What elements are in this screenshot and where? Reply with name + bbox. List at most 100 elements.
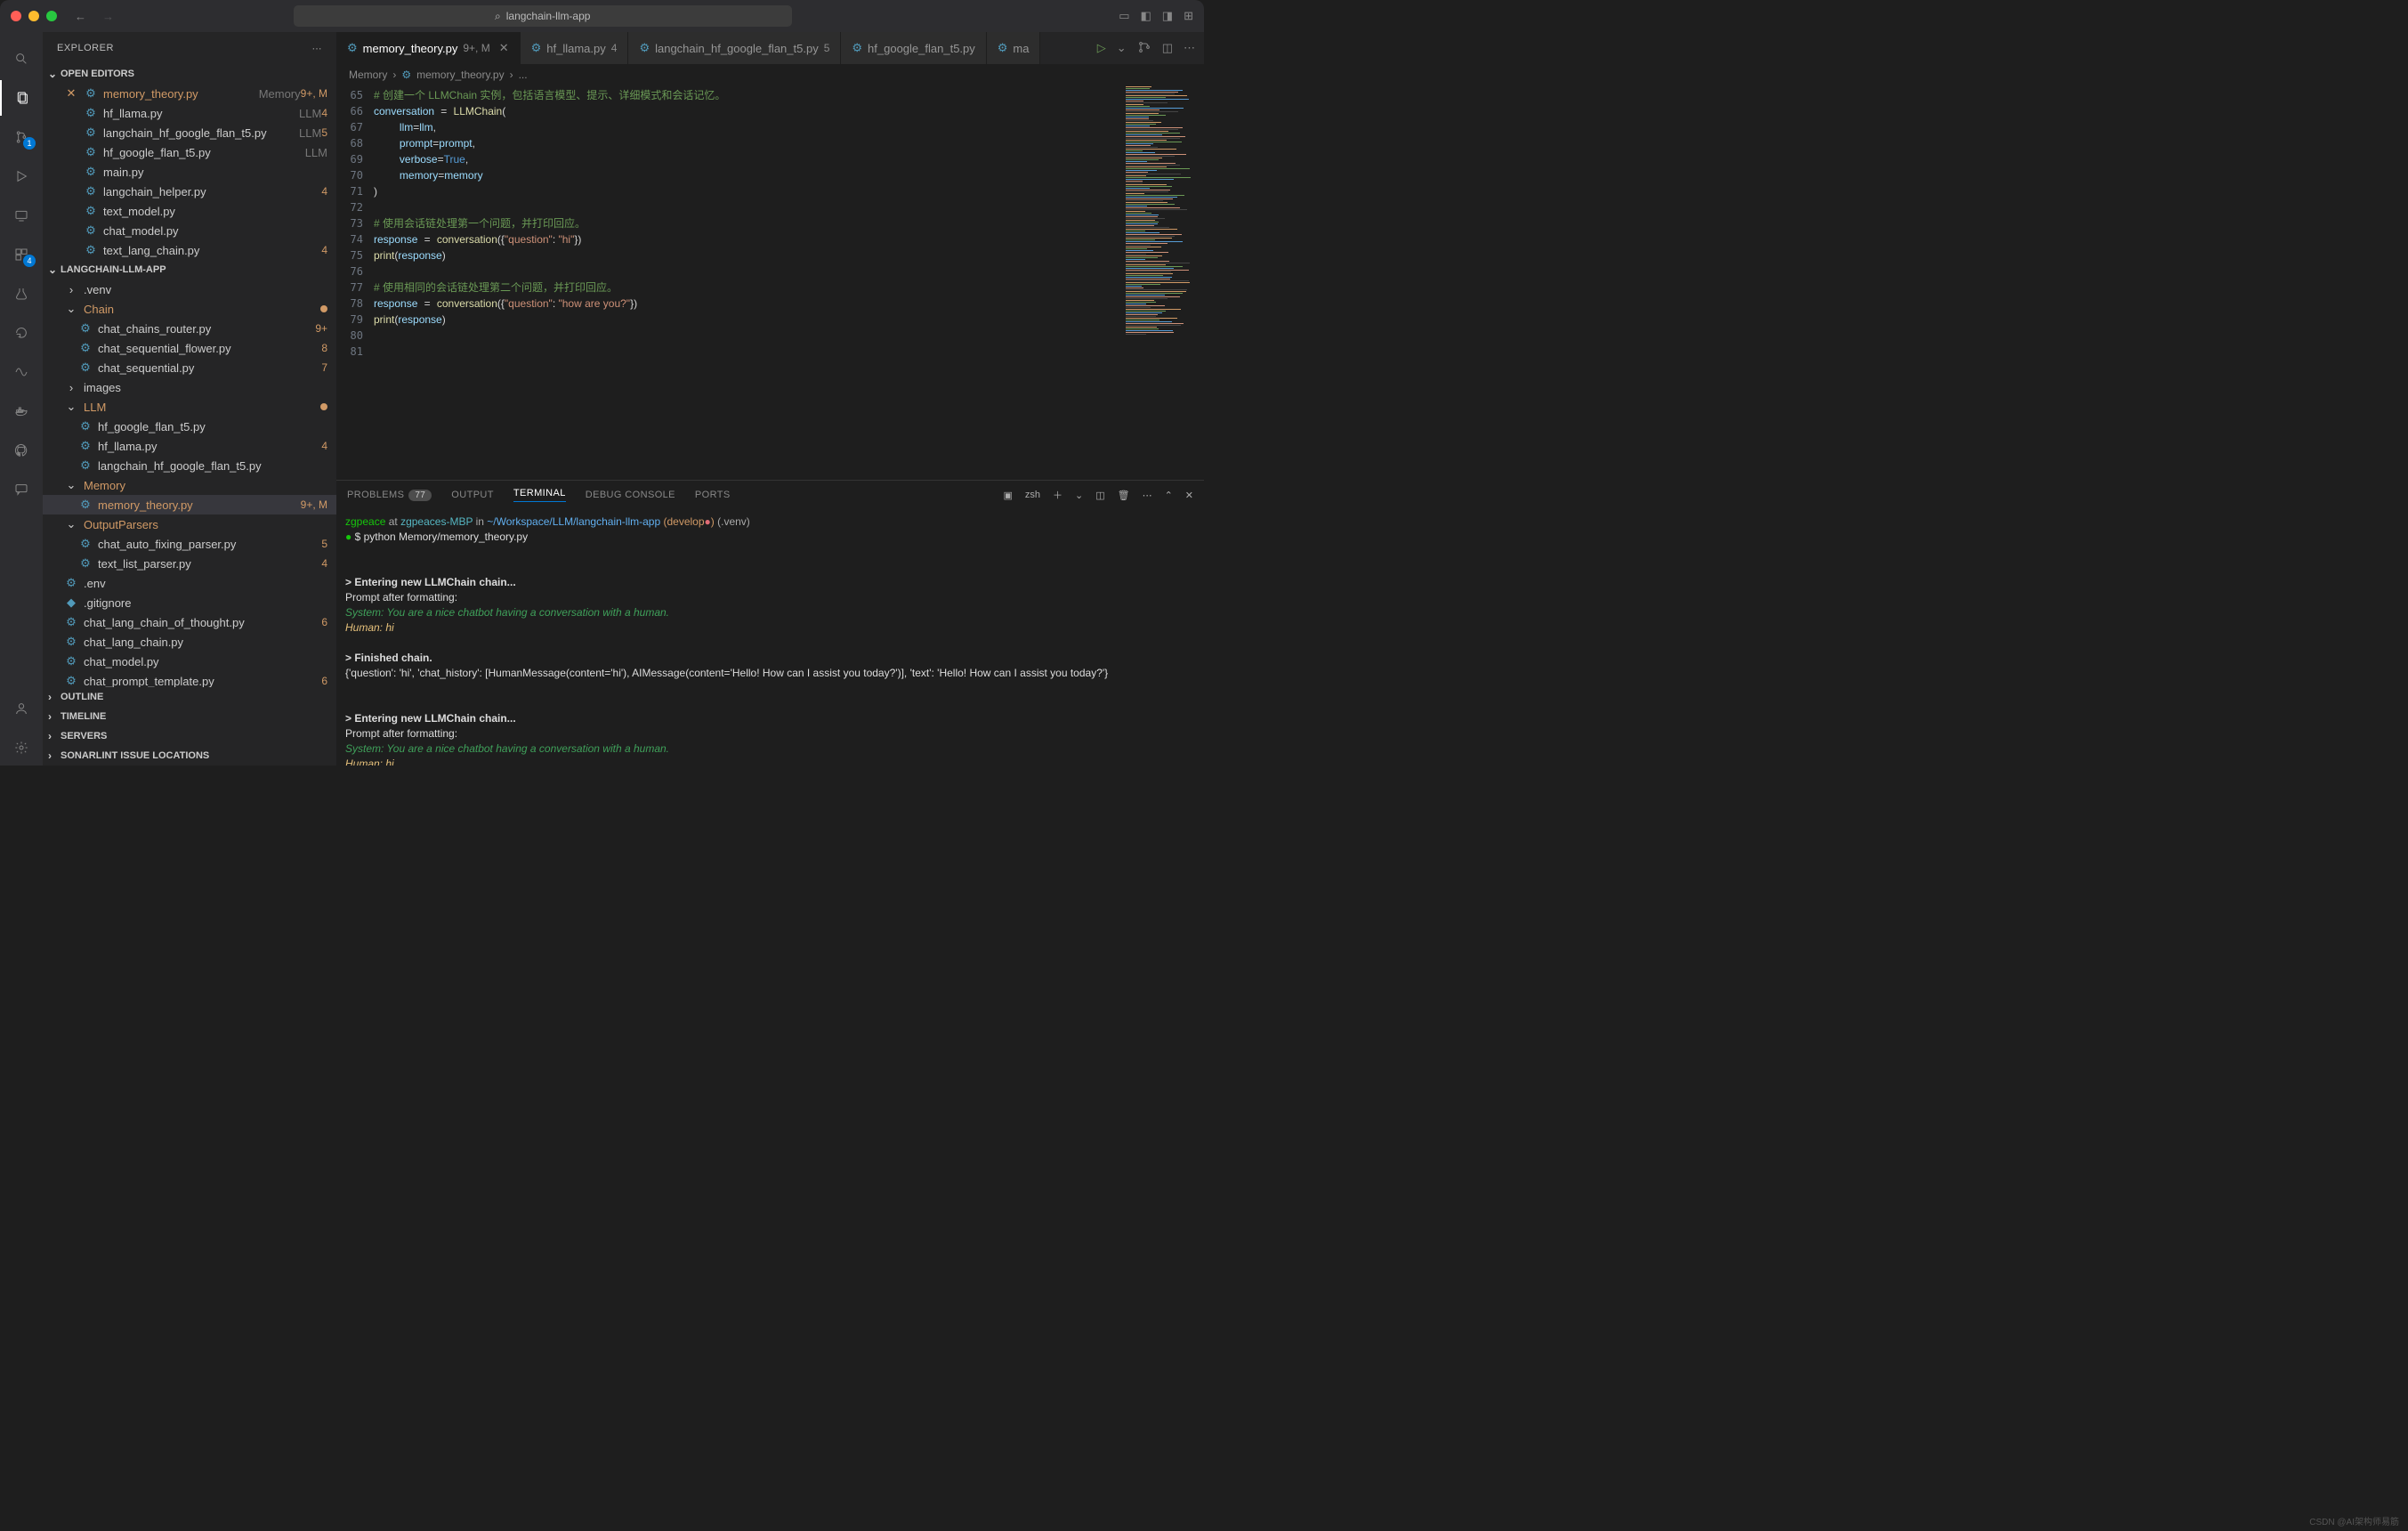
activity-search[interactable]	[0, 41, 43, 77]
open-editor-item[interactable]: ⚙hf_llama.pyLLM4	[43, 103, 336, 123]
panel-maximize-icon[interactable]: ⌃	[1165, 490, 1173, 501]
activity-extensions[interactable]: 4	[0, 237, 43, 272]
nav-back-button[interactable]: ←	[75, 10, 86, 23]
servers-header[interactable]: ›SERVERS	[43, 726, 336, 746]
compare-changes-icon[interactable]	[1137, 40, 1151, 57]
terminal-more-icon[interactable]: ⋯	[1143, 490, 1152, 501]
open-editor-item[interactable]: ⚙hf_google_flan_t5.pyLLM	[43, 142, 336, 162]
close-window-button[interactable]	[11, 11, 21, 21]
activity-refresh[interactable]	[0, 315, 43, 351]
activity-remote[interactable]	[0, 198, 43, 233]
code-editor[interactable]: 65 66 67 68 69 70 71 72 73 74 75 76 77 7…	[336, 85, 1204, 480]
open-editor-item[interactable]: ⚙chat_model.py	[43, 221, 336, 240]
open-editor-item[interactable]: ⚙text_model.py	[43, 201, 336, 221]
breadcrumb[interactable]: Memory› ⚙memory_theory.py› ...	[336, 64, 1204, 85]
maximize-window-button[interactable]	[46, 11, 57, 21]
activity-settings[interactable]	[0, 730, 43, 766]
editor-tab[interactable]: ⚙hf_google_flan_t5.py	[841, 32, 986, 64]
layout-customize-icon[interactable]: ⊞	[1184, 9, 1193, 23]
layout-toggle-secondary-icon[interactable]: ◨	[1162, 9, 1173, 23]
layout-toggle-primary-icon[interactable]: ▭	[1119, 9, 1129, 23]
editor-area: ⚙memory_theory.py9+, M✕⚙hf_llama.py4⚙lan…	[336, 32, 1204, 766]
file-item[interactable]: ⚙chat_auto_fixing_parser.py5	[43, 534, 336, 554]
editor-tab[interactable]: ⚙hf_llama.py4	[521, 32, 629, 64]
terminal-output[interactable]: zgpeace at zgpeaces-MBP in ~/Workspace/L…	[336, 509, 1204, 766]
file-item[interactable]: ⚙chat_chains_router.py9+	[43, 319, 336, 338]
activity-monitor[interactable]	[0, 354, 43, 390]
folder-item[interactable]: ⌄Chain	[43, 299, 336, 319]
activity-testing[interactable]	[0, 276, 43, 312]
folder-item[interactable]: ⌄Memory	[43, 475, 336, 495]
folder-item[interactable]: ⌄OutputParsers	[43, 514, 336, 534]
file-item[interactable]: ⚙chat_sequential.py7	[43, 358, 336, 377]
panel-tab-output[interactable]: OUTPUT	[451, 490, 494, 500]
activity-accounts[interactable]	[0, 691, 43, 726]
file-item[interactable]: ⚙langchain_hf_google_flan_t5.py	[43, 456, 336, 475]
folder-item[interactable]: ›images	[43, 377, 336, 397]
split-editor-icon[interactable]: ◫	[1162, 41, 1173, 55]
file-item[interactable]: ⚙memory_theory.py9+, M	[43, 495, 336, 514]
titlebar: ← → ⌕ langchain-llm-app ▭ ◧ ◨ ⊞	[0, 0, 1204, 32]
panel-tab-terminal[interactable]: TERMINAL	[513, 488, 566, 502]
file-item[interactable]: ⚙.env	[43, 573, 336, 593]
outline-header[interactable]: ›OUTLINE	[43, 687, 336, 707]
activity-docker[interactable]	[0, 393, 43, 429]
window-controls	[11, 11, 57, 21]
file-item[interactable]: ⚙chat_lang_chain.py	[43, 632, 336, 652]
editor-tab[interactable]: ⚙langchain_hf_google_flan_t5.py5	[628, 32, 841, 64]
terminal-launch-icon[interactable]: ▣	[1003, 490, 1012, 501]
open-editors-header[interactable]: ⌄OPEN EDITORS	[43, 64, 336, 84]
file-item[interactable]: ⚙hf_google_flan_t5.py	[43, 417, 336, 436]
command-center-search[interactable]: ⌕ langchain-llm-app	[294, 5, 792, 27]
split-terminal-icon[interactable]: ◫	[1095, 490, 1104, 501]
file-item[interactable]: ⚙chat_prompt_template.py6	[43, 671, 336, 687]
file-item[interactable]: ⚙text_list_parser.py4	[43, 554, 336, 573]
terminal-dropdown-icon[interactable]: ⌄	[1075, 490, 1083, 501]
sidebar-title: EXPLORER ⋯	[43, 32, 336, 64]
panel-tab-debug[interactable]: DEBUG CONSOLE	[586, 490, 675, 500]
nav-forward-button[interactable]: →	[102, 10, 114, 23]
layout-toggle-panel-icon[interactable]: ◧	[1141, 9, 1151, 23]
run-dropdown-icon[interactable]: ⌄	[1117, 41, 1127, 55]
editor-tab[interactable]: ⚙ma	[987, 32, 1041, 64]
search-text: langchain-llm-app	[506, 10, 591, 22]
file-item[interactable]: ⚙chat_lang_chain_of_thought.py6	[43, 612, 336, 632]
editor-tabs: ⚙memory_theory.py9+, M✕⚙hf_llama.py4⚙lan…	[336, 32, 1204, 64]
panel: PROBLEMS77 OUTPUT TERMINAL DEBUG CONSOLE…	[336, 480, 1204, 766]
sidebar-more-icon[interactable]: ⋯	[312, 43, 323, 54]
watermark: CSDN @AI架构师易筋	[2309, 1514, 2399, 1527]
file-item[interactable]: ⚙hf_llama.py4	[43, 436, 336, 456]
file-item[interactable]: ⚙chat_sequential_flower.py8	[43, 338, 336, 358]
kill-terminal-icon[interactable]: 🗑	[1118, 490, 1130, 501]
nav-arrows: ← →	[75, 10, 114, 23]
open-editor-item[interactable]: ⚙text_lang_chain.py4	[43, 240, 336, 260]
activity-comments[interactable]	[0, 472, 43, 507]
folder-item[interactable]: ⌄LLM	[43, 397, 336, 417]
file-item[interactable]: ⚙chat_model.py	[43, 652, 336, 671]
open-editor-item[interactable]: ⚙langchain_hf_google_flan_t5.pyLLM5	[43, 123, 336, 142]
open-editor-item[interactable]: ⚙langchain_helper.py4	[43, 182, 336, 201]
explorer-sidebar: EXPLORER ⋯ ⌄OPEN EDITORS ✕⚙memory_theory…	[43, 32, 336, 766]
more-actions-icon[interactable]: ⋯	[1184, 41, 1195, 55]
activity-explorer[interactable]	[0, 80, 43, 116]
editor-tab[interactable]: ⚙memory_theory.py9+, M✕	[336, 32, 521, 64]
activity-bar: 1 4	[0, 32, 43, 766]
minimize-window-button[interactable]	[28, 11, 39, 21]
minimap[interactable]	[1122, 85, 1204, 480]
new-terminal-icon[interactable]: ＋	[1053, 488, 1063, 502]
folder-item[interactable]: ›.venv	[43, 279, 336, 299]
open-editor-item[interactable]: ✕⚙memory_theory.pyMemory9+, M	[43, 84, 336, 103]
panel-tab-ports[interactable]: PORTS	[695, 490, 731, 500]
open-editor-item[interactable]: ⚙main.py	[43, 162, 336, 182]
activity-run-debug[interactable]	[0, 158, 43, 194]
project-header[interactable]: ⌄LANGCHAIN-LLM-APP	[43, 260, 336, 279]
activity-source-control[interactable]: 1	[0, 119, 43, 155]
activity-github[interactable]	[0, 433, 43, 468]
timeline-header[interactable]: ›TIMELINE	[43, 707, 336, 726]
file-item[interactable]: ◆.gitignore	[43, 593, 336, 612]
terminal-shell-label[interactable]: zsh	[1025, 490, 1040, 500]
panel-close-icon[interactable]: ✕	[1185, 490, 1193, 501]
sonarlint-header[interactable]: ›SONARLINT ISSUE LOCATIONS	[43, 746, 336, 766]
panel-tab-problems[interactable]: PROBLEMS77	[347, 490, 432, 500]
run-button[interactable]: ▷	[1097, 41, 1106, 55]
